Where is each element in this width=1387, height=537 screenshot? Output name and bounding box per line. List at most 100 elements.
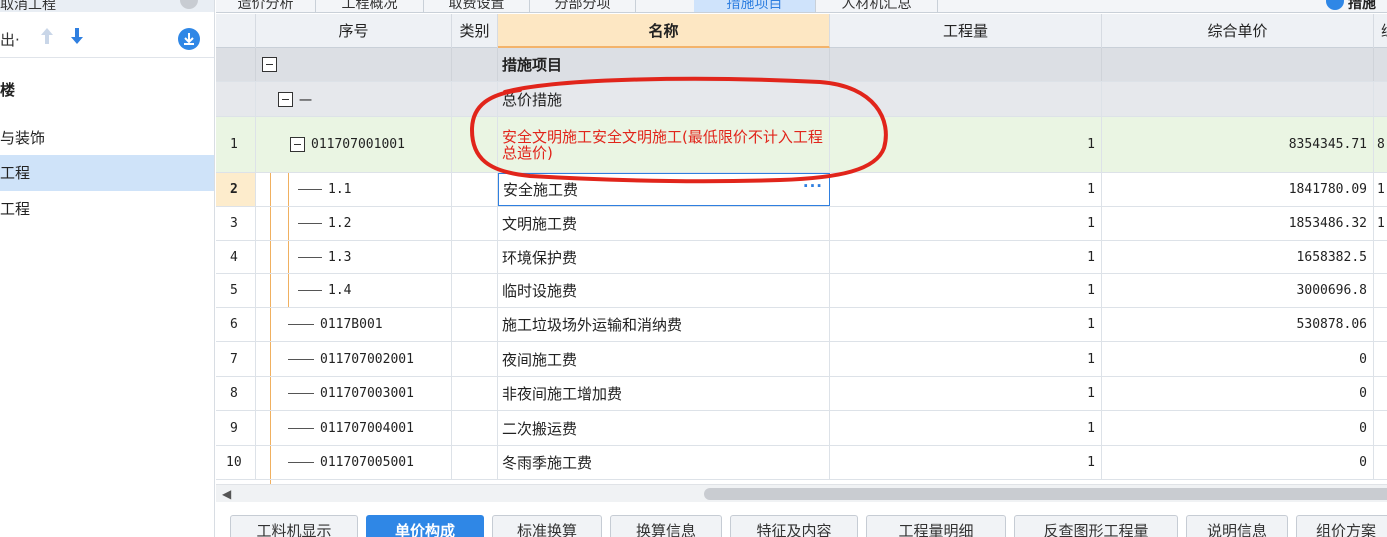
unit-price-cell[interactable]: 1853486.32 [1102,207,1374,240]
unit-price-cell[interactable]: 0 [1102,411,1374,445]
table-row[interactable]: 5 1.4 临时设施费 1 3000696.8 [216,274,1387,308]
category-cell[interactable] [452,48,498,81]
tab-measure-items[interactable]: 措施项目 [694,0,816,12]
collapse-icon[interactable] [278,91,293,107]
category-cell[interactable] [452,274,498,307]
tree-item-decoration[interactable]: 与装饰 [0,120,214,156]
quantity-cell[interactable]: 1 [830,117,1102,172]
unit-price-cell[interactable]: 530878.06 [1102,308,1374,341]
quantity-cell[interactable] [830,48,1102,81]
tab-features-content[interactable]: 特征及内容 [730,515,858,537]
name-cell[interactable]: 临时设施费 [498,274,830,307]
seq-cell[interactable]: 011707005001 [256,446,452,479]
category-cell[interactable] [452,411,498,445]
unit-price-cell[interactable] [1102,48,1374,81]
table-row[interactable]: 7 011707002001 夜间施工费 1 0 [216,342,1387,377]
category-cell[interactable] [452,308,498,341]
category-cell[interactable] [452,342,498,376]
name-cell[interactable]: 冬雨季施工费 [498,446,830,479]
name-cell[interactable]: 环境保护费 [498,241,830,273]
header-category[interactable]: 类别 [452,14,498,48]
seq-cell[interactable]: 1.1 [256,173,452,206]
quantity-cell[interactable]: 1 [830,342,1102,376]
table-row[interactable]: 8 011707003001 非夜间施工增加费 1 0 [216,377,1387,411]
unit-price-cell[interactable]: 1658382.5 [1102,241,1374,273]
header-quantity[interactable]: 工程量 [830,14,1102,48]
measure-toggle-icon[interactable] [1326,0,1344,10]
tab-description-info[interactable]: 说明信息 [1186,515,1288,537]
table-row[interactable]: 1 011707001001 安全文明施工安全文明施工(最低限价不计入工程总造价… [216,117,1387,173]
seq-cell[interactable]: 1.2 [256,207,452,240]
name-cell-editing[interactable]: 安全施工费 ··· [498,173,830,206]
quantity-cell[interactable]: 1 [830,241,1102,273]
tab-conversion-info[interactable]: 换算信息 [610,515,722,537]
tab-standard-conversion[interactable]: 标准换算 [492,515,602,537]
category-cell[interactable] [452,446,498,479]
tab-cost-analysis[interactable]: 造价分析 [216,0,316,12]
name-cell[interactable]: 夜间施工费 [498,342,830,376]
tab-fee-settings[interactable]: 取费设置 [424,0,530,12]
tab-materials-summary[interactable]: 人材机汇总 [816,0,938,12]
seq-cell[interactable]: 1.3 [256,241,452,273]
partial-cell[interactable]: 8 [1374,117,1387,172]
tree-item-building[interactable]: 楼 [0,72,214,108]
header-name[interactable]: 名称 [498,14,830,48]
name-cell[interactable]: 措施项目 [498,48,830,81]
category-cell[interactable] [452,173,498,206]
quantity-cell[interactable]: 1 [830,411,1102,445]
name-cell[interactable]: 施工垃圾场外运输和消纳费 [498,308,830,341]
tree-item-project-selected[interactable]: 工程 [0,155,214,191]
unit-price-cell[interactable]: 0 [1102,377,1374,410]
seq-cell[interactable]: 0117B001 [256,308,452,341]
name-cell[interactable]: 二次搬运费 [498,411,830,445]
unit-price-cell[interactable] [1102,82,1374,116]
tab-reverse-check-quantity[interactable]: 反查图形工程量 [1014,515,1178,537]
seq-cell[interactable]: 1.4 [256,274,452,307]
tab-project-overview[interactable]: 工程概况 [316,0,424,12]
quantity-cell[interactable]: 1 [830,308,1102,341]
category-cell[interactable] [452,82,498,116]
table-row[interactable]: 措施项目 [216,48,1387,82]
partial-cell[interactable] [1374,377,1387,410]
more-options-icon[interactable]: ··· [803,177,823,195]
collapse-icon[interactable] [290,137,305,152]
tab-pricing-plan[interactable]: 组价方案 [1296,515,1387,537]
partial-cell[interactable] [1374,82,1387,116]
table-row[interactable]: 10 011707005001 冬雨季施工费 1 0 [216,446,1387,480]
scrollbar-thumb[interactable] [704,488,1387,500]
header-unit-price[interactable]: 综合单价 [1102,14,1374,48]
seq-cell[interactable]: 011707003001 [256,377,452,410]
unit-price-cell[interactable]: 1841780.09 [1102,173,1374,206]
category-cell[interactable] [452,377,498,410]
name-cell[interactable]: 文明施工费 [498,207,830,240]
partial-cell[interactable] [1374,342,1387,376]
unit-price-cell[interactable]: 3000696.8 [1102,274,1374,307]
partial-cell[interactable] [1374,241,1387,273]
table-row[interactable]: 一 总价措施 [216,82,1387,117]
name-cell[interactable]: 非夜间施工增加费 [498,377,830,410]
partial-cell[interactable] [1374,446,1387,479]
quantity-cell[interactable]: 1 [830,377,1102,410]
partial-cell[interactable] [1374,308,1387,341]
export-dropdown[interactable]: 出· [0,29,20,50]
tab-materials-display[interactable]: 工料机显示 [230,515,358,537]
horizontal-scrollbar[interactable]: ◀ [216,484,1387,502]
top-right-label[interactable]: 措施 [1348,0,1376,12]
partial-cell[interactable]: 1 [1374,173,1387,206]
category-cell[interactable] [452,207,498,240]
partial-cell[interactable] [1374,48,1387,81]
partial-cell[interactable]: 1 [1374,207,1387,240]
table-row[interactable]: 9 011707004001 二次搬运费 1 0 [216,411,1387,446]
unit-price-cell[interactable]: 8354345.71 [1102,117,1374,172]
unit-price-cell[interactable]: 0 [1102,446,1374,479]
table-row[interactable]: 4 1.3 环境保护费 1 1658382.5 [216,241,1387,274]
name-cell[interactable]: 安全文明施工安全文明施工(最低限价不计入工程总造价) [498,117,830,172]
partial-cell[interactable] [1374,274,1387,307]
name-cell[interactable]: 总价措施 [498,82,830,116]
arrow-up-icon[interactable] [40,27,54,49]
collapse-icon[interactable] [262,57,277,72]
quantity-cell[interactable]: 1 [830,173,1102,206]
table-row[interactable]: 2 1.1 安全施工费 ··· 1 1841780.09 1 [216,173,1387,207]
partial-cell[interactable] [1374,411,1387,445]
quantity-cell[interactable]: 1 [830,274,1102,307]
